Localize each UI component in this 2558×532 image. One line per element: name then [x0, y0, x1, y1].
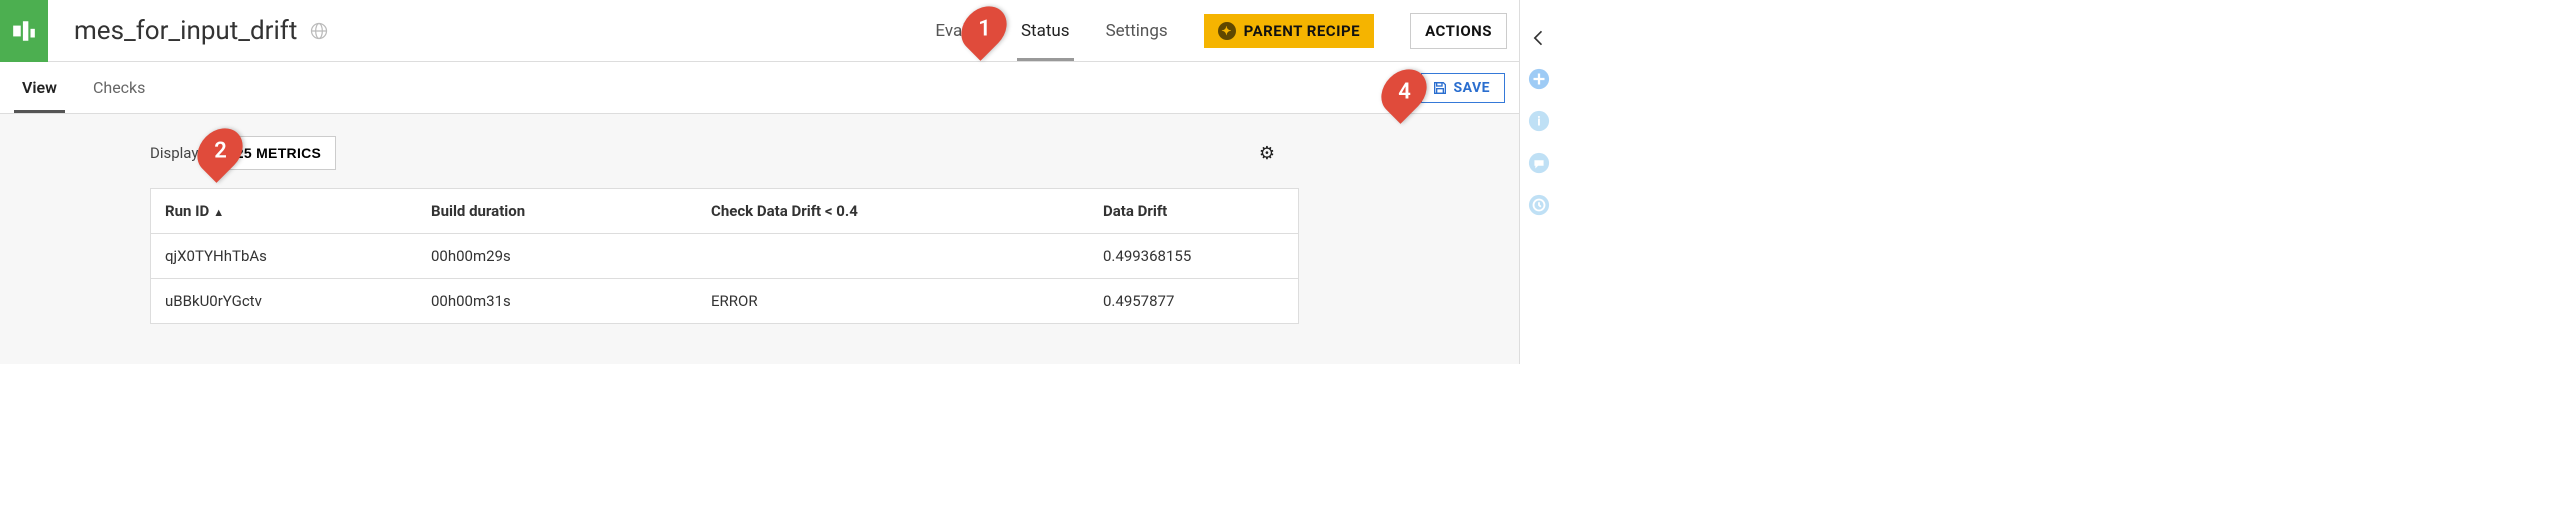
tab-checks[interactable]: Checks: [85, 64, 153, 111]
tab-view[interactable]: View: [14, 64, 65, 111]
nav-settings[interactable]: Settings: [1106, 3, 1168, 59]
cell-build-duration: 00h00m29s: [417, 234, 697, 278]
page-title: mes_for_input_drift: [74, 16, 297, 46]
col-data-drift[interactable]: Data Drift: [1089, 189, 1298, 233]
table-row: qjX0TYHhTbAs 00h00m29s 0.499368155: [151, 234, 1298, 279]
save-label: SAVE: [1454, 80, 1491, 96]
display-label: Display: [150, 144, 198, 162]
nav-status[interactable]: Status: [1021, 3, 1070, 59]
col-run-id[interactable]: Run ID ▲: [151, 189, 417, 233]
parent-recipe-label: PARENT RECIPE: [1244, 22, 1360, 40]
cell-check-drift: ERROR: [697, 279, 1089, 323]
svg-text:i: i: [1537, 115, 1540, 130]
globe-icon[interactable]: [309, 21, 329, 41]
rail-add-icon[interactable]: [1528, 68, 1550, 90]
right-rail: i: [1520, 0, 1558, 364]
cell-run-id: qjX0TYHhTbAs: [151, 234, 417, 278]
table-header-row: Run ID ▲ Build duration Check Data Drift …: [151, 189, 1298, 234]
cell-build-duration: 00h00m31s: [417, 279, 697, 323]
cell-data-drift: 0.499368155: [1089, 234, 1298, 278]
content-area: Display 3/25 METRICS 2 ⚙ Run ID▲ Build d…: [0, 114, 1519, 364]
cell-run-id: uBBkU0rYGctv: [151, 279, 417, 323]
rail-clock-icon[interactable]: [1528, 194, 1550, 216]
top-header: mes_for_input_drift Evalua Status Settin…: [0, 0, 1519, 62]
cell-data-drift: 0.4957877: [1089, 279, 1298, 323]
rail-back-icon[interactable]: [1529, 28, 1549, 48]
sub-header: View Checks SAVE 4: [0, 62, 1519, 114]
save-icon: [1432, 80, 1448, 96]
parent-recipe-button[interactable]: ✦ PARENT RECIPE: [1204, 14, 1374, 48]
save-button[interactable]: SAVE: [1421, 73, 1506, 103]
col-check-drift[interactable]: Check Data Drift < 0.4: [697, 189, 1089, 233]
gear-icon[interactable]: ⚙: [1259, 143, 1495, 164]
col-run-id-label: Run ID: [165, 202, 209, 220]
nav-evaluation[interactable]: Evalua: [935, 3, 985, 59]
rail-info-icon[interactable]: i: [1528, 110, 1550, 132]
sort-asc-icon: ▲: [213, 206, 224, 219]
dataset-icon: [11, 18, 37, 44]
metrics-selector-button[interactable]: 3/25 METRICS: [208, 136, 336, 170]
cell-check-drift: [697, 234, 1089, 278]
col-build-duration[interactable]: Build duration: [417, 189, 697, 233]
actions-button[interactable]: ACTIONS: [1410, 13, 1507, 49]
app-logo: [0, 0, 48, 62]
table-row: uBBkU0rYGctv 00h00m31s ERROR 0.4957877: [151, 279, 1298, 323]
rail-chat-icon[interactable]: [1528, 152, 1550, 174]
metrics-table: Run ID ▲ Build duration Check Data Drift …: [150, 188, 1299, 324]
recipe-icon: ✦: [1218, 22, 1236, 40]
